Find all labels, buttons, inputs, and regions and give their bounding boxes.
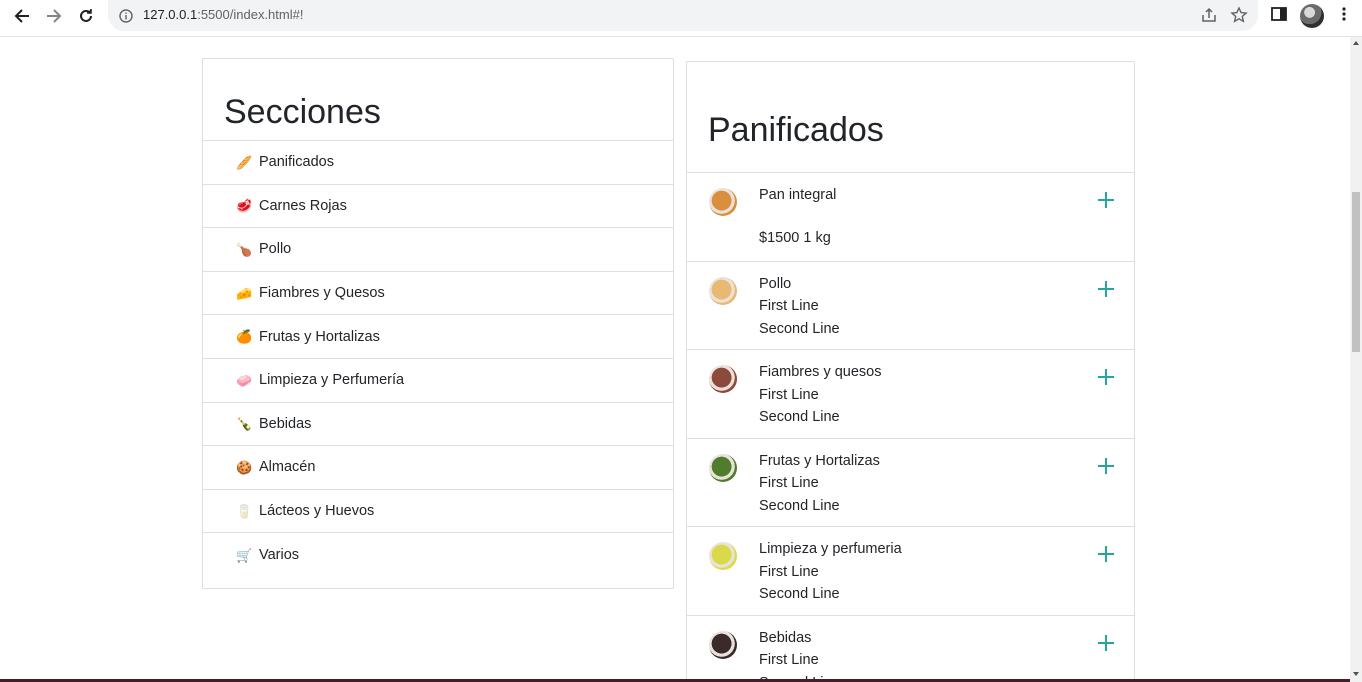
forward-icon[interactable]: [41, 5, 67, 27]
section-item[interactable]: 🧀 Fiambres y Quesos: [203, 272, 673, 316]
sponge-avatar: [709, 542, 737, 570]
product-title: Limpieza y perfumeria: [759, 541, 902, 557]
add-icon[interactable]: [1098, 634, 1114, 651]
product-item: Limpieza y perfumeria First Line Second Li…: [687, 527, 1134, 616]
section-item-label: Fiambres y Quesos: [259, 285, 385, 302]
add-icon[interactable]: [1098, 369, 1114, 385]
product-text: Limpieza y perfumeria First Line Second Li…: [759, 538, 902, 606]
products-card: Panificados Pan integral $1500 1 kg Pollo F…: [686, 61, 1135, 682]
menu-kebab-icon[interactable]: [1336, 5, 1352, 27]
drinks-avatar: [709, 630, 737, 659]
section-item[interactable]: 🥖 Panificados: [203, 141, 673, 185]
product-item: Frutas y Hortalizas First Line Second Line: [687, 439, 1134, 527]
section-item-label: Carnes Rojas: [259, 197, 347, 214]
cheese-icon: 🧀: [236, 285, 253, 301]
section-item[interactable]: 🍗 Pollo: [203, 228, 673, 272]
section-item[interactable]: 🧼 Limpieza y Perfumería: [203, 359, 673, 403]
product-price: $1500 1 kg: [759, 230, 831, 246]
url-text[interactable]: 127.0.0.1:5500/index.html#!: [143, 7, 303, 22]
url-path: :5500/index.html#!: [197, 7, 304, 22]
url-host: 127.0.0.1: [143, 7, 198, 22]
sections-title: Secciones: [224, 93, 381, 131]
profile-avatar[interactable]: [1300, 4, 1324, 28]
soap-icon: 🧼: [236, 372, 253, 388]
cookie-icon: 🍪: [236, 459, 253, 475]
reload-icon[interactable]: [73, 5, 99, 27]
bread-icon: 🥖: [236, 154, 253, 170]
sections-list: 🥖 Panificados 🥩 Carnes Rojas 🍗 Pollo 🧀 Fiambres…: [203, 141, 673, 577]
products-header: Panificados: [687, 62, 1134, 173]
section-item[interactable]: 🍪 Almacén: [203, 446, 673, 490]
product-line-1: First Line: [759, 652, 819, 668]
page-scrollbar[interactable]: [1350, 37, 1362, 682]
sections-header: Secciones: [203, 59, 673, 141]
scroll-thumb[interactable]: [1352, 192, 1360, 352]
back-icon[interactable]: [9, 5, 35, 27]
meat-icon: 🥩: [236, 198, 253, 214]
product-title: Bebidas: [759, 629, 812, 646]
section-item-label: Frutas y Hortalizas: [259, 328, 380, 345]
product-line-2: Second Line: [759, 586, 840, 602]
browser-toolbar: 127.0.0.1:5500/index.html#!: [0, 0, 1362, 37]
section-item-label: Almacén: [259, 459, 316, 476]
product-line-2: Second Line: [759, 497, 840, 514]
section-item[interactable]: 🍾 Bebidas: [203, 403, 673, 447]
orange-icon: 🍊: [236, 329, 253, 345]
side-panel-icon[interactable]: [1270, 5, 1288, 27]
scroll-down-arrow-icon[interactable]: [1353, 672, 1359, 676]
cold-cuts-avatar: [709, 365, 737, 393]
product-title: Fiambres y quesos: [759, 364, 882, 380]
section-item-label: Pollo: [259, 241, 292, 258]
product-text: Pollo First Line Second Line: [759, 273, 840, 341]
bookmark-star-icon[interactable]: [1230, 6, 1248, 28]
add-icon[interactable]: [1098, 280, 1114, 297]
product-text: Pan integral: [759, 184, 836, 207]
products-title: Panificados: [708, 111, 884, 149]
product-text: Frutas y Hortalizas First Line Second Line: [759, 450, 880, 518]
section-item[interactable]: 🥩 Carnes Rojas: [203, 185, 673, 229]
section-item-label: Bebidas: [259, 415, 312, 432]
product-line-2: Second Line: [759, 320, 840, 337]
add-icon[interactable]: [1098, 546, 1114, 562]
bread-avatar: [709, 188, 737, 216]
product-line-1: First Line: [759, 563, 819, 580]
section-item[interactable]: 🥛 Lácteos y Huevos: [203, 490, 673, 534]
section-item-label: Lácteos y Huevos: [259, 503, 375, 520]
section-item-label: Panificados: [259, 154, 334, 171]
chicken-avatar: [709, 276, 737, 305]
product-item: Fiambres y quesos First Line Second Line: [687, 350, 1134, 439]
vegetables-avatar: [709, 453, 737, 482]
poultry-leg-icon: 🍗: [236, 241, 253, 257]
section-item-label: Limpieza y Perfumería: [259, 372, 405, 389]
product-line-1: First Line: [759, 475, 819, 491]
products-list: Pan integral $1500 1 kg Pollo First Line Sec…: [687, 173, 1134, 682]
cart-icon: 🛒: [236, 547, 253, 563]
product-line-1: First Line: [759, 298, 819, 314]
section-item[interactable]: 🍊 Frutas y Hortalizas: [203, 315, 673, 359]
add-icon[interactable]: [1098, 192, 1114, 208]
product-item: Pan integral $1500 1 kg: [687, 173, 1134, 262]
address-bar[interactable]: 127.0.0.1:5500/index.html#!: [108, 0, 1258, 31]
product-item: BebidasFirst LineSecond Line: [687, 616, 1134, 682]
product-text: Fiambres y quesos First Line Second Line: [759, 361, 882, 429]
product-item: Pollo First Line Second Line: [687, 262, 1134, 350]
site-info-icon[interactable]: [119, 8, 133, 27]
section-item-label: Varios: [259, 547, 300, 564]
share-icon[interactable]: [1200, 6, 1218, 28]
product-title: Frutas y Hortalizas: [759, 452, 880, 469]
bottle-icon: 🍾: [236, 416, 253, 432]
product-title: Pan integral: [759, 187, 837, 203]
product-line-1: First Line: [759, 386, 819, 403]
sections-card: Secciones 🥖 Panificados 🥩 Carnes Rojas 🍗 Poll…: [202, 58, 674, 589]
glass-icon: 🥛: [236, 503, 253, 519]
product-text: BebidasFirst LineSecond Line: [759, 627, 840, 682]
section-item[interactable]: 🛒 Varios: [203, 533, 673, 577]
product-title: Pollo: [759, 275, 792, 292]
scroll-up-arrow-icon[interactable]: [1353, 41, 1359, 45]
product-line-2: Second Line: [759, 409, 840, 425]
add-icon[interactable]: [1098, 457, 1114, 474]
